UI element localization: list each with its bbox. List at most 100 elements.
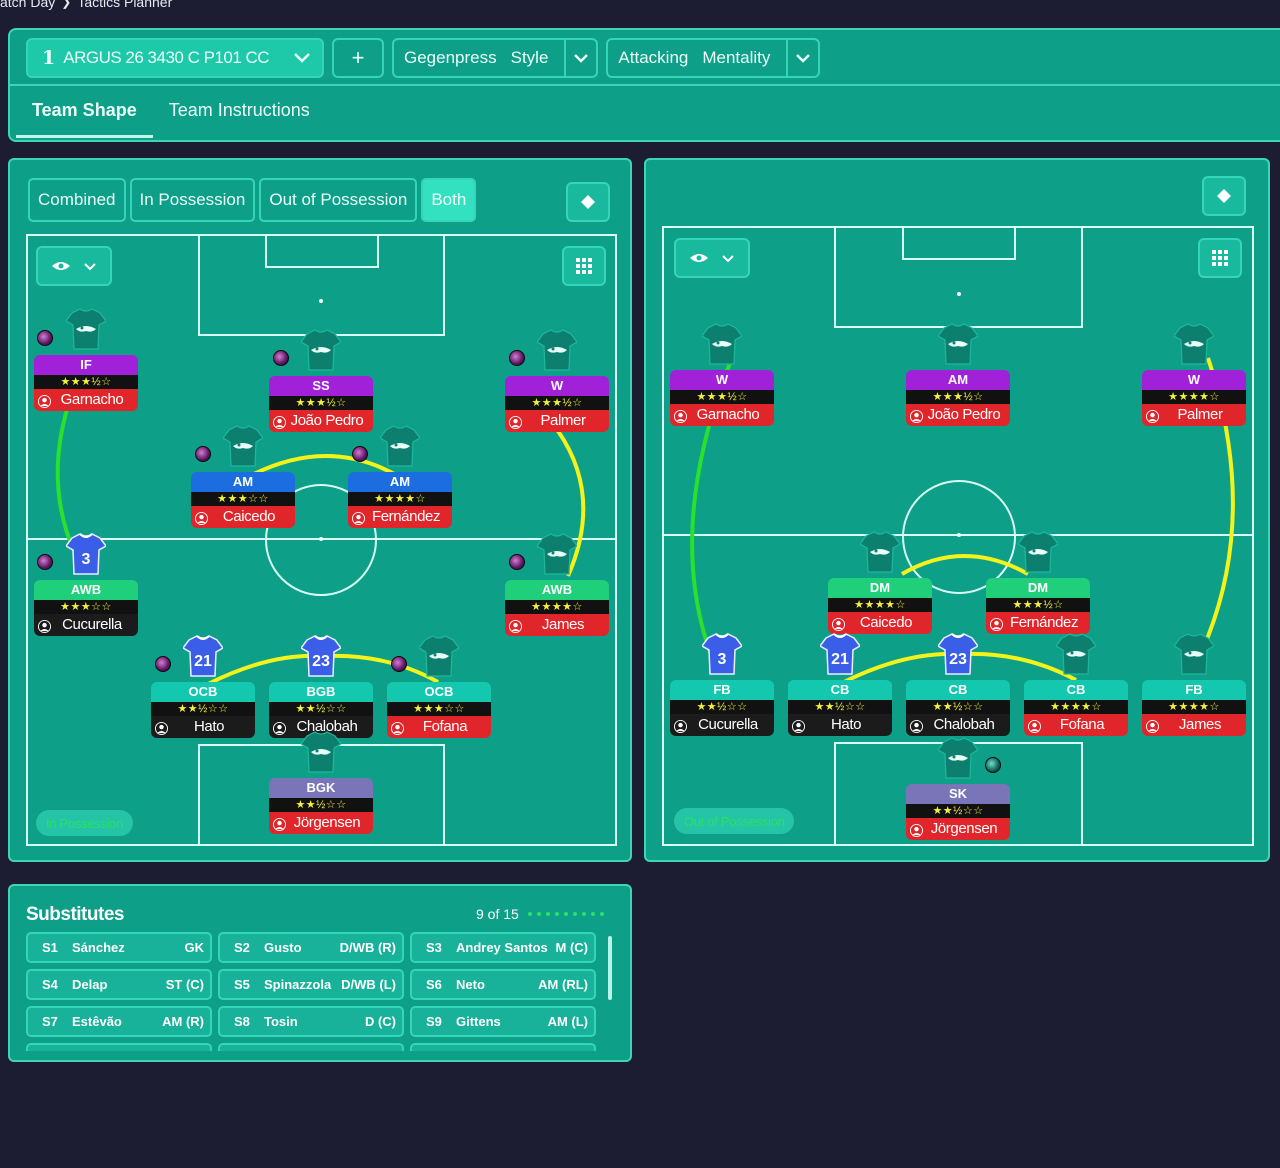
player-card[interactable]: SK ★★½☆☆ Jörgensen	[906, 737, 1010, 840]
shirt-icon[interactable]	[536, 328, 578, 372]
substitute-item[interactable]: S4 Delap ST (C)	[26, 969, 212, 1000]
substitute-slot: S2	[234, 940, 250, 955]
shirt-icon[interactable]	[1055, 632, 1097, 676]
player-card[interactable]: W ★★★½☆ Garnacho	[670, 323, 774, 426]
shirt-icon[interactable]	[859, 530, 901, 574]
diamond-button[interactable]	[1202, 176, 1246, 216]
player-card[interactable]: AM ★★★★☆ Fernández	[348, 425, 452, 528]
person-icon	[990, 616, 1003, 631]
substitutes-scrollbar[interactable]	[608, 936, 612, 1000]
filter-in-possession[interactable]: In Possession	[129, 178, 256, 222]
player-card[interactable]: BGK ★★½☆☆ Jörgensen	[269, 731, 373, 834]
player-name: Fernández	[348, 506, 452, 528]
tab-team-instructions[interactable]: Team Instructions	[153, 88, 326, 138]
player-name: João Pedro	[906, 404, 1010, 426]
shirt-icon[interactable]	[536, 532, 578, 576]
player-card[interactable]: 21 OCB ★★½☆☆ Hato	[151, 635, 255, 738]
shirt-icon[interactable]	[1173, 632, 1215, 676]
person-icon	[509, 618, 522, 633]
shirt-icon[interactable]	[1017, 530, 1059, 574]
style-label: Style	[510, 48, 549, 67]
center-circle	[902, 480, 1016, 594]
shirt-icon[interactable]: 23	[936, 632, 980, 676]
filter-combined[interactable]: Combined	[28, 178, 126, 222]
shirt-icon[interactable]	[937, 322, 979, 366]
shirt-icon[interactable]	[300, 328, 342, 372]
substitute-item[interactable]: S9 Gittens AM (L)	[410, 1006, 596, 1037]
player-card[interactable]: 3 AWB ★★★☆☆ Cucurella	[34, 533, 138, 636]
player-status-icon[interactable]	[509, 350, 525, 366]
person-icon	[352, 510, 365, 525]
player-status-icon[interactable]	[352, 446, 368, 462]
shirt-icon[interactable]	[379, 424, 421, 468]
person-icon	[273, 816, 286, 831]
shirt-icon[interactable]: 3	[64, 532, 108, 576]
substitute-item[interactable]: S6 Neto AM (RL)	[410, 969, 596, 1000]
player-status-icon[interactable]	[509, 554, 525, 570]
view-options-button[interactable]	[674, 238, 750, 278]
filter-out-of-possession[interactable]: Out of Possession	[259, 178, 418, 222]
substitute-item[interactable]: S1 Sánchez GK	[26, 932, 212, 963]
substitute-item[interactable]: S2 Gusto D/WB (R)	[218, 932, 404, 963]
tactic-select[interactable]: 1 ARGUS 26 3430 C P101 CC	[26, 38, 324, 78]
player-status-icon[interactable]	[37, 554, 53, 570]
filter-both[interactable]: Both	[421, 178, 477, 222]
player-status-icon[interactable]	[155, 656, 171, 672]
chevron-down-icon[interactable]	[282, 48, 322, 69]
substitute-item[interactable]: S3 Andrey Santos M (C)	[410, 932, 596, 963]
substitute-slot: S4	[42, 977, 58, 992]
shirt-icon[interactable]	[222, 424, 264, 468]
mentality-select[interactable]: Attacking Mentality	[606, 38, 821, 78]
view-options-button[interactable]	[36, 246, 112, 286]
breadcrumb-item-match-day[interactable]: atch Day	[0, 0, 55, 10]
chevron-down-icon[interactable]	[564, 40, 596, 76]
substitute-item[interactable]: S7 Estêvão AM (R)	[26, 1006, 212, 1037]
shirt-icon[interactable]	[701, 322, 743, 366]
style-select[interactable]: Gegenpress Style	[392, 38, 599, 78]
player-card[interactable]: 23 CB ★★½☆☆ Chalobah	[906, 633, 1010, 736]
player-card[interactable]: DM ★★★★☆ Caicedo	[828, 531, 932, 634]
grid-view-button[interactable]	[562, 246, 606, 286]
substitute-item[interactable]	[26, 1043, 212, 1051]
shirt-icon[interactable]	[937, 736, 979, 780]
breadcrumb-item-tactics-planner[interactable]: Tactics Planner	[77, 0, 172, 10]
player-status-icon[interactable]	[391, 656, 407, 672]
shirt-icon[interactable]	[65, 307, 107, 351]
shirt-icon[interactable]: 3	[700, 632, 744, 676]
chevron-down-icon[interactable]	[786, 40, 818, 76]
player-card[interactable]: CB ★★★★☆ Fofana	[1024, 633, 1128, 736]
person-icon	[910, 822, 923, 837]
player-role: IF	[34, 355, 138, 375]
player-card[interactable]: W ★★★½☆ Palmer	[505, 329, 609, 432]
player-card[interactable]: SS ★★★½☆ João Pedro	[269, 329, 373, 432]
grid-view-button[interactable]	[1198, 238, 1242, 278]
shirt-icon[interactable]: 21	[181, 634, 225, 678]
player-status-icon[interactable]	[985, 757, 1001, 773]
player-card[interactable]: IF ★★★½☆ Garnacho	[34, 308, 138, 411]
player-card[interactable]: W ★★★★☆ Palmer	[1142, 323, 1246, 426]
player-card[interactable]: AM ★★★☆☆ Caicedo	[191, 425, 295, 528]
substitute-item[interactable]	[218, 1043, 404, 1051]
chevron-down-icon	[722, 254, 734, 262]
player-card[interactable]: AWB ★★★★☆ James	[505, 533, 609, 636]
substitute-item[interactable]	[410, 1043, 596, 1051]
tab-team-shape[interactable]: Team Shape	[16, 88, 153, 138]
add-tactic-button[interactable]: +	[332, 38, 384, 78]
player-card[interactable]: DM ★★★½☆ Fernández	[986, 531, 1090, 634]
player-status-icon[interactable]	[37, 330, 53, 346]
substitute-item[interactable]: S8 Tosin D (C)	[218, 1006, 404, 1037]
diamond-button[interactable]	[566, 182, 610, 222]
player-card[interactable]: 21 CB ★★½☆☆ Hato	[788, 633, 892, 736]
shirt-icon[interactable]: 23	[299, 634, 343, 678]
player-card[interactable]: 3 FB ★★½☆☆ Cucurella	[670, 633, 774, 736]
player-card[interactable]: FB ★★★★☆ James	[1142, 633, 1246, 736]
player-status-icon[interactable]	[195, 446, 211, 462]
shirt-icon[interactable]	[1173, 322, 1215, 366]
shirt-icon[interactable]	[418, 634, 460, 678]
player-card[interactable]: AM ★★★½☆ João Pedro	[906, 323, 1010, 426]
player-status-icon[interactable]	[273, 350, 289, 366]
player-card[interactable]: OCB ★★★☆☆ Fofana	[387, 635, 491, 738]
shirt-icon[interactable]	[300, 730, 342, 774]
substitute-item[interactable]: S5 Spinazzola D/WB (L)	[218, 969, 404, 1000]
shirt-icon[interactable]: 21	[818, 632, 862, 676]
